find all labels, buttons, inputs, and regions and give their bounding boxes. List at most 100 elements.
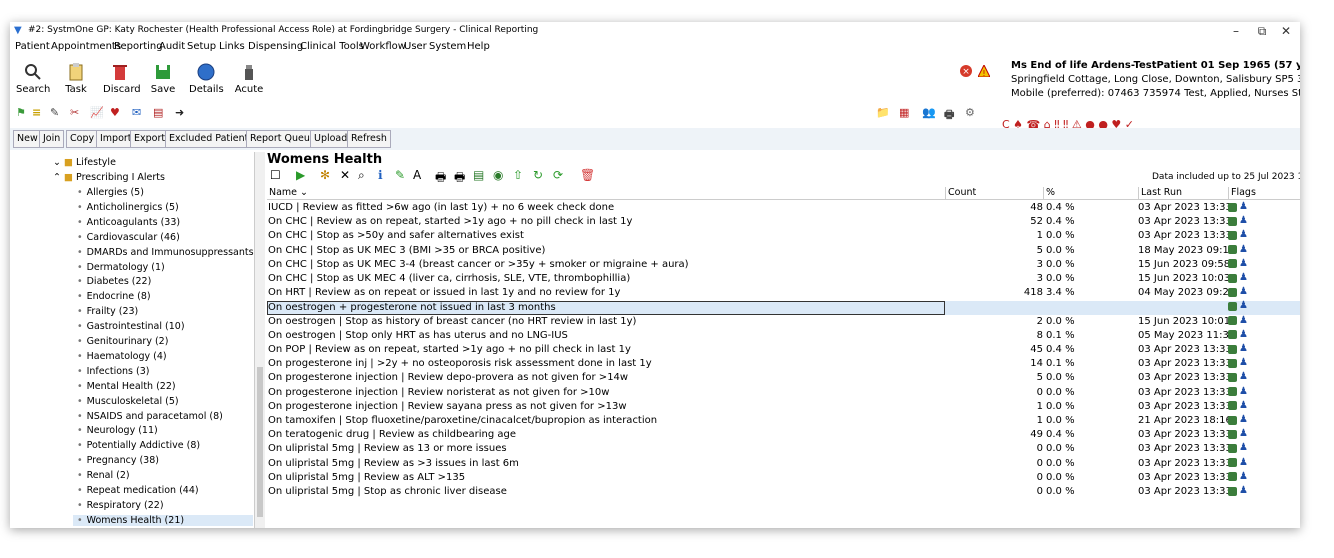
settings-icon[interactable]: ⚙: [965, 106, 975, 119]
excluded-patients-button[interactable]: Excluded Patients: [165, 130, 258, 148]
tree-item[interactable]: • Repeat medication (44): [77, 485, 199, 496]
table-row[interactable]: On progesterone injection | Review depo-…: [267, 372, 1300, 386]
tree-item[interactable]: • Cardiovascular (46): [77, 232, 180, 243]
tree-node-lifestyle[interactable]: ⌄ ■ Lifestyle: [53, 157, 116, 168]
scroll-thumb[interactable]: [257, 367, 263, 517]
table-row[interactable]: On progesterone injection | Review sayan…: [267, 400, 1300, 415]
table-row[interactable]: On CHC | Stop as >50y and safer alternat…: [267, 230, 1300, 244]
acute-button[interactable]: Acute: [232, 62, 266, 95]
menu-dispensing[interactable]: Dispensing: [248, 41, 303, 52]
column-header-last-run[interactable]: Last Run: [1138, 187, 1182, 199]
menu-audit[interactable]: Audit: [159, 41, 185, 52]
export-button[interactable]: Export: [130, 130, 170, 148]
info-icon[interactable]: ℹ: [378, 168, 383, 182]
save-button[interactable]: Save: [146, 62, 180, 95]
table-row[interactable]: On teratogenic drug | Review as childbea…: [267, 429, 1300, 443]
table-row[interactable]: On ulipristal 5mg | Stop as chronic live…: [267, 486, 1300, 500]
table-row[interactable]: On HRT | Review as on repeat or issued i…: [267, 287, 1300, 301]
tree-item[interactable]: • Womens Health (21): [73, 514, 253, 526]
tree-item[interactable]: • Musculoskeletal (5): [77, 396, 179, 407]
close-icon[interactable]: ✕: [340, 168, 350, 182]
table-row[interactable]: On CHC | Stop as UK MEC 4 (liver ca, cir…: [267, 273, 1300, 287]
menu-user[interactable]: User: [404, 41, 427, 52]
table-row[interactable]: On oestrogen + progesterone not issued i…: [267, 301, 1300, 316]
column-header-flags[interactable]: Flags: [1228, 187, 1256, 199]
table-row[interactable]: On ulipristal 5mg | Review as ALT >135 0 0…: [267, 471, 1300, 486]
tree-item[interactable]: • Anticholinergics (5): [77, 202, 179, 213]
chevron-down-icon[interactable]: ⌄: [53, 157, 61, 168]
menu-appointments[interactable]: Appointments: [51, 41, 121, 52]
column-header-name[interactable]: Name ⌄: [267, 187, 308, 199]
flag-icon[interactable]: ⚑: [16, 106, 26, 119]
join-button[interactable]: Join: [39, 130, 65, 148]
close-button[interactable]: ✕: [1272, 23, 1300, 39]
menu-reporting[interactable]: Reporting: [114, 41, 163, 52]
table-row[interactable]: On oestrogen | Stop as history of breast…: [267, 315, 1300, 330]
search-icon[interactable]: ⌕: [358, 168, 365, 183]
task-button[interactable]: Task: [59, 62, 93, 95]
search-button[interactable]: Search: [16, 62, 50, 95]
table-row[interactable]: On POP | Review as on repeat, started >1…: [267, 344, 1300, 358]
menu-patient[interactable]: Patient: [15, 41, 50, 52]
table-row[interactable]: On ulipristal 5mg | Review as >3 issues …: [267, 457, 1300, 472]
tree-item[interactable]: • Anticoagulants (33): [77, 217, 180, 228]
tree-item[interactable]: • Gastrointestinal (10): [77, 321, 185, 332]
text-icon[interactable]: A: [413, 168, 421, 182]
table-row[interactable]: IUCD | Review as fitted >6w ago (in last…: [267, 202, 1300, 216]
checkbox-icon[interactable]: ☐: [270, 168, 281, 182]
tree-item[interactable]: • Neurology (11): [77, 425, 158, 436]
folder-icon[interactable]: 📁: [876, 106, 890, 119]
tree-item[interactable]: •DMARDs and Immunosuppressants (13): [77, 247, 254, 258]
refresh-button[interactable]: Refresh: [347, 130, 391, 148]
bp-icon[interactable]: ♥: [110, 106, 120, 119]
upload-icon[interactable]: ⇧: [513, 168, 523, 182]
table-row[interactable]: On ulipristal 5mg | Review as 13 or more…: [267, 443, 1300, 457]
upload-button[interactable]: Upload: [310, 130, 352, 148]
tree-item[interactable]: • Diabetes (22): [77, 276, 151, 287]
tree-item[interactable]: • Infections (3): [77, 366, 149, 377]
sync-icon[interactable]: ⟳: [553, 168, 563, 182]
menu-links[interactable]: Links: [219, 41, 245, 52]
gear-icon[interactable]: ✻: [320, 168, 330, 182]
minimize-button[interactable]: –: [1222, 23, 1250, 39]
menu-system[interactable]: System: [429, 41, 466, 52]
arrow-right-icon[interactable]: ➜: [175, 106, 184, 119]
tree-item[interactable]: • Mental Health (22): [77, 381, 176, 392]
table-row[interactable]: On progesterone injection | Review noris…: [267, 386, 1300, 401]
print-preview-icon[interactable]: 🖶: [454, 168, 465, 189]
graph-icon[interactable]: 📈: [90, 106, 104, 119]
pen-icon[interactable]: ✎: [50, 106, 59, 119]
chevron-up-icon[interactable]: ⌃: [53, 172, 61, 183]
table-row[interactable]: On CHC | Review as on repeat, started >1…: [267, 216, 1300, 230]
menu-setup[interactable]: Setup: [187, 41, 216, 52]
batch-icon[interactable]: ▤: [473, 168, 484, 182]
print-icon[interactable]: 🖶: [944, 106, 954, 125]
alert-red-icon[interactable]: ×: [960, 65, 972, 77]
tree-item[interactable]: • Haematology (4): [77, 351, 167, 362]
edit-icon[interactable]: ✎: [395, 168, 405, 182]
table-row[interactable]: On tamoxifen | Stop fluoxetine/paroxetin…: [267, 415, 1300, 429]
warning-icon[interactable]: !: [978, 65, 990, 77]
report-queue-button[interactable]: Report Queue: [246, 130, 320, 148]
tree-item[interactable]: • Genitourinary (2): [77, 336, 168, 347]
menu-help[interactable]: Help: [467, 41, 490, 52]
tree-item[interactable]: • Allergies (5): [77, 187, 144, 198]
stack-icon[interactable]: ≡: [32, 106, 41, 119]
chart-icon[interactable]: ▤: [153, 106, 163, 119]
tree-item[interactable]: • Respiratory (22): [77, 500, 164, 511]
report-icon[interactable]: ▦: [899, 106, 909, 119]
discard-button[interactable]: Discard: [103, 62, 141, 95]
table-row[interactable]: On CHC | Stop as UK MEC 3-4 (breast canc…: [267, 258, 1300, 273]
new-button[interactable]: New: [13, 130, 42, 148]
tree-item[interactable]: • Potentially Addictive (8): [77, 440, 200, 451]
tree-item[interactable]: • NSAIDS and paracetamol (8): [77, 411, 223, 422]
copy-button[interactable]: Copy: [66, 130, 99, 148]
schedule-icon[interactable]: ◉: [493, 168, 503, 182]
tree-item[interactable]: • Endocrine (8): [77, 291, 151, 302]
column-header-percent[interactable]: %: [1043, 187, 1055, 199]
table-row[interactable]: On CHC | Stop as UK MEC 3 (BMI >35 or BR…: [267, 244, 1300, 259]
people-icon[interactable]: 👥: [922, 106, 936, 119]
letter-icon[interactable]: ✉: [132, 106, 141, 119]
details-button[interactable]: Details: [189, 62, 224, 95]
patient-banner[interactable]: Ms End of life Ardens-TestPatient 01 Sep…: [1011, 60, 1300, 99]
